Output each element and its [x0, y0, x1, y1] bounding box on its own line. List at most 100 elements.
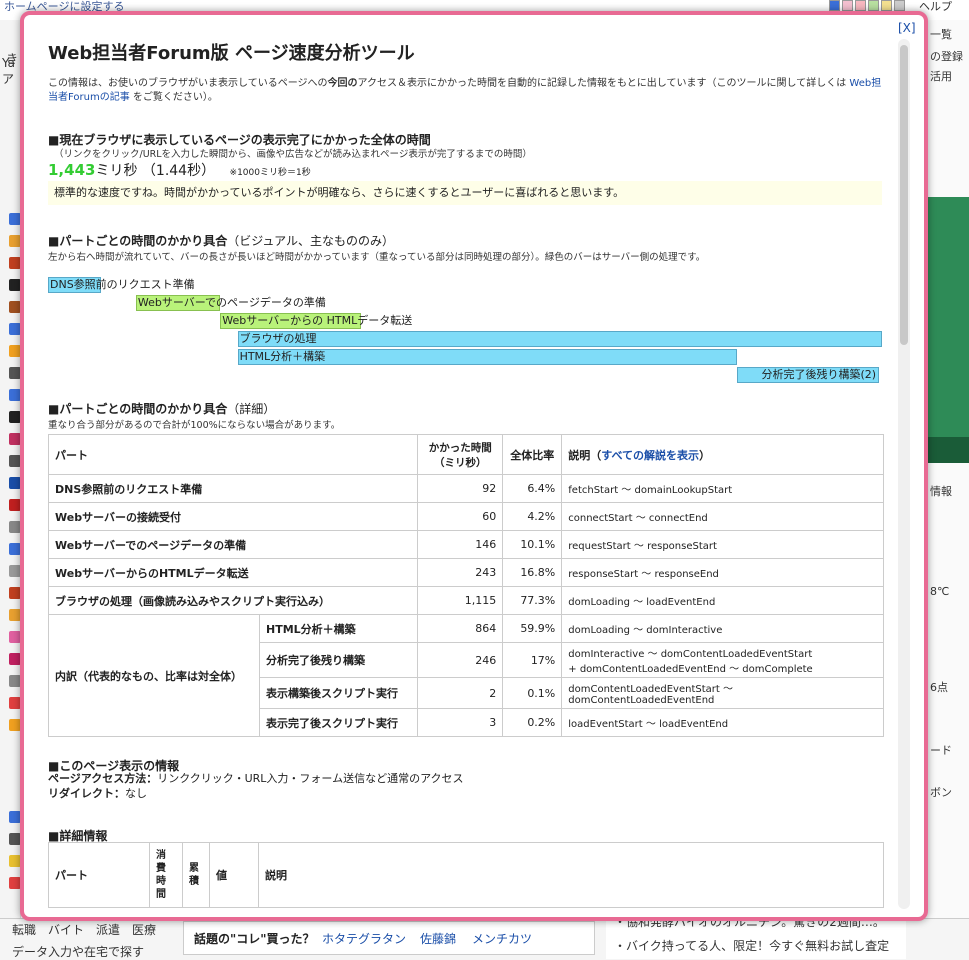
cell-desc-line: domLoading 〜 domInteractive [568, 625, 723, 636]
cell-desc: domInteractive 〜 domContentLoadedEventSt… [561, 642, 884, 678]
cell-pct: 77.3% [502, 586, 563, 615]
trend-word[interactable]: メンチカツ [472, 930, 532, 947]
visual-title-sub: （ビジュアル、主なもののみ） [227, 234, 395, 248]
timeline-bar-label: DNS参照前のリクエスト準備 [50, 278, 195, 291]
more-col-cumul: 累積 [182, 842, 210, 908]
timeline-bar: Webサーバーからの HTMLデータ転送 [220, 313, 412, 329]
cell-ms: 1,115 [417, 586, 504, 615]
table-row: Webサーバーでのページデータの準備 146 10.1% requestStart 〜… [47, 530, 884, 559]
timeline-bar: Webサーバーでのページデータの準備 [135, 295, 326, 311]
job-search-link[interactable]: データ入力や在宅で探す [12, 943, 144, 960]
timeline-bar: ブラウザの処理 [237, 331, 882, 347]
col-desc: 説明（すべての解説を表示） [561, 434, 884, 475]
trend-word[interactable]: 佐藤錦 [420, 930, 456, 947]
close-button[interactable]: [X] [898, 21, 916, 35]
right-text[interactable]: 活用 [930, 68, 952, 84]
total-sec: （1.44秒） [141, 163, 216, 179]
timeline-bar: 分析完了後残り構築(2) [736, 367, 880, 383]
right-banner[interactable] [924, 197, 969, 437]
cell-part: 表示完了後スクリプト実行 [258, 708, 419, 737]
total-ms-value: 1,443 [48, 161, 96, 179]
cell-pct: 4.2% [502, 502, 563, 531]
news-box: ・協和発酵バイオのオルニチン。驚きの2週間…。 ・バイク持ってる人、限定！今すぐ… [606, 915, 906, 959]
total-note: ※1000ミリ秒＝1秒 [229, 168, 311, 178]
right-text[interactable]: 一覧 [930, 26, 952, 42]
right-text[interactable]: ード [930, 742, 952, 758]
cell-ms: 2 [417, 677, 504, 709]
swatch-gray[interactable] [894, 0, 905, 11]
cell-desc: domLoading 〜 loadEventEnd [561, 586, 884, 615]
more-header-row: パート 消費時間 累積 値 説明 [48, 842, 884, 908]
cell-desc-line: loadEventStart 〜 loadEventEnd [568, 719, 729, 730]
intro-bold: 今回の [327, 78, 358, 89]
cell-ms: 246 [417, 642, 504, 678]
cell-desc: domContentLoadedEventStart 〜 domContentL… [561, 677, 884, 709]
redirect-line: リダイレクト：なし [48, 786, 464, 801]
cell-ms: 243 [417, 558, 504, 587]
detail-rows: DNS参照前のリクエスト準備 92 6.4% fetchStart 〜 domainL… [47, 474, 884, 737]
more-col-cumul-label: 累積 [189, 863, 199, 887]
redirect-value: なし [125, 787, 147, 800]
scrollbar[interactable] [898, 39, 910, 909]
access-method-value: リンククリック・URL入力・フォーム送信など通常のアクセス [157, 772, 464, 785]
intro-part: をご覧ください）。 [132, 92, 218, 103]
job-links[interactable]: 転職 バイト 派遣 医療 [12, 921, 156, 938]
timeline-bar-label: Webサーバーからの HTMLデータ転送 [222, 314, 413, 327]
detail-subtitle: 重なり合う部分があるので合計が100%にならない場合があります。 [48, 420, 341, 431]
table-header-row: パート かかった時間（ミリ秒） 全体比率 説明（すべての解説を表示） [47, 434, 884, 475]
swatch-rose[interactable] [855, 0, 866, 11]
table-row: ブラウザの処理（画像読み込みやスクリプト実行込み） 1,115 77.3% domLo… [47, 586, 884, 615]
right-text[interactable]: ボン [930, 784, 952, 800]
cell-ms: 3 [417, 708, 504, 737]
timeline-bar: HTML分析＋構築 [237, 349, 737, 365]
more-col-value: 値 [209, 842, 259, 908]
cell-ms: 60 [417, 502, 504, 531]
right-banner-footer [924, 437, 969, 463]
background-left-column: Ya き ア [0, 20, 21, 959]
timeline-bar-label: ブラウザの処理 [239, 332, 317, 345]
visual-subtitle: 左から右へ時間が流れていて、バーの長さが長いほど時間がかかっています（重なってい… [48, 252, 706, 263]
swatch-yellow[interactable] [881, 0, 892, 11]
background-bottom: 転職 バイト 派遣 医療 データ入力や在宅で探す 話題の"コレ"買った？ ホタテ… [0, 915, 969, 960]
news-item[interactable]: ・バイク持ってる人、限定！今すぐ無料お試し査定 [614, 937, 889, 954]
show-all-explanations-link[interactable]: すべての解説を表示 [601, 449, 699, 462]
visual-title-main: ■パートごとの時間のかかり具合 [48, 234, 228, 248]
access-method-label: ページアクセス方法： [48, 772, 158, 785]
total-time: 1,443ミリ秒 （1.44秒） ※1000ミリ秒＝1秒 [48, 160, 311, 180]
speed-tool-dialog: [X] Web担当者Forum版 ページ速度分析ツール この情報は、お使いのブラ… [20, 11, 928, 921]
right-text[interactable]: の登録 [930, 48, 963, 64]
detail-title-sub: （詳細） [227, 402, 276, 416]
timeline-bar-label: Webサーバーでのページデータの準備 [137, 296, 326, 309]
cell-pct: 0.2% [502, 708, 563, 737]
cell-pct: 10.1% [502, 530, 563, 559]
more-col-desc: 説明 [258, 842, 884, 908]
timeline-bar-label: HTML分析＋構築 [239, 350, 326, 363]
right-text[interactable]: 情報 [930, 483, 952, 499]
background-right-column: 一覧 の登録 活用 情報 8℃ 6点 ード ボン [924, 20, 969, 959]
total-subtitle: （リンクをクリック/URLを入力した瞬間から、画像や広告などが読み込まれページ表… [54, 149, 532, 160]
more-col-time: 消費時間 [149, 842, 183, 908]
detail-title-main: ■パートごとの時間のかかり具合 [48, 402, 228, 416]
cell-desc: domLoading 〜 domInteractive [561, 614, 884, 643]
scrollbar-thumb[interactable] [900, 45, 908, 345]
table-row: WebサーバーからのHTMLデータ転送 243 16.8% responseStart… [47, 558, 884, 587]
intro-part: この情報は、お使いのブラウザがいま表示しているページへの [48, 78, 328, 89]
visual-section-title: ■パートごとの時間のかかり具合（ビジュアル、主なもののみ） [48, 232, 394, 249]
help-link[interactable]: ヘルプ [919, 0, 952, 14]
cell-desc: loadEventStart 〜 loadEventEnd [561, 708, 884, 737]
timeline-bar-fill [237, 331, 882, 347]
trend-word[interactable]: ホタテグラタン [322, 930, 406, 947]
access-method-line: ページアクセス方法：リンククリック・URL入力・フォーム送信など通常のアクセス [48, 771, 464, 786]
cell-part: ブラウザの処理（画像読み込みやスクリプト実行込み） [47, 586, 419, 615]
cell-part: DNS参照前のリクエスト準備 [47, 474, 419, 503]
swatch-green[interactable] [868, 0, 879, 11]
swatch-blue[interactable] [829, 0, 840, 11]
trend-label: 話題の"コレ"買った？ [194, 932, 315, 946]
cell-desc: fetchStart 〜 domainLookupStart [561, 474, 884, 503]
swatch-pink[interactable] [842, 0, 853, 11]
more-col-time-label: 消費時間 [156, 850, 166, 900]
table-row: Webサーバーの接続受付 60 4.2% connectStart 〜 connect… [47, 502, 884, 531]
right-text: 6点 [930, 681, 948, 694]
cell-pct: 16.8% [502, 558, 563, 587]
left-text-3: ア [2, 72, 15, 86]
